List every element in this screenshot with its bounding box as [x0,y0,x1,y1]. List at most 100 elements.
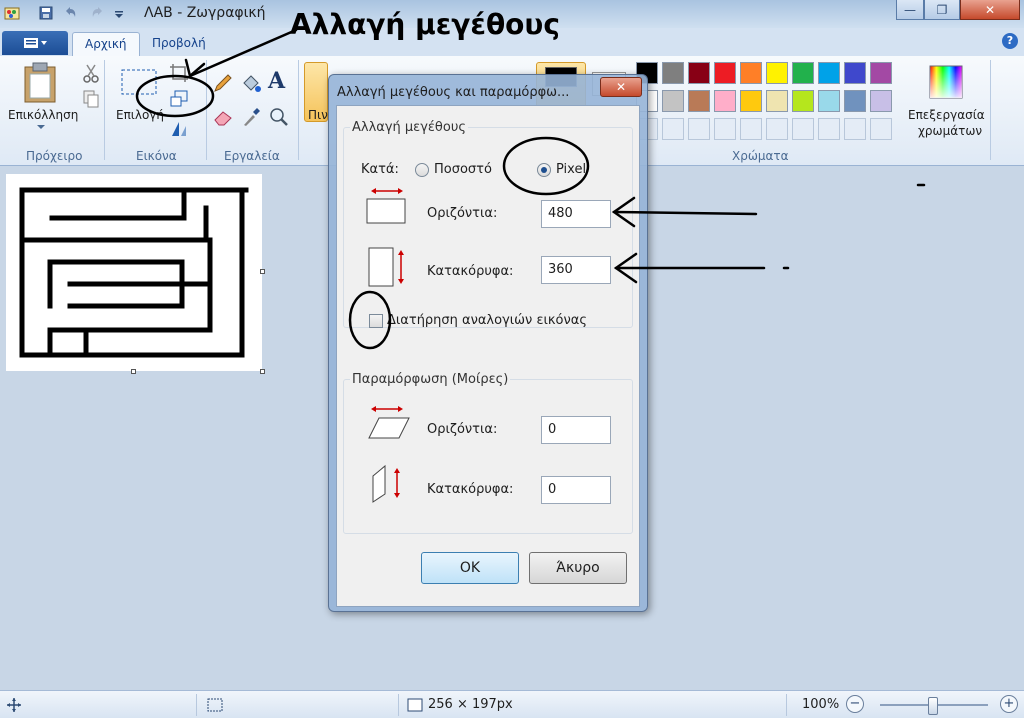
tab-view[interactable]: Προβολή [140,32,218,56]
palette-swatch[interactable] [714,62,736,84]
fill-icon[interactable] [240,72,262,94]
palette-swatch[interactable] [740,90,762,112]
dialog-title: Αλλαγή μεγέθους και παραμόρφω... [337,85,570,100]
palette-swatch[interactable] [688,62,710,84]
percent-radio[interactable] [415,163,429,177]
palette-swatch[interactable] [662,90,684,112]
clipboard-group-label: Πρόχειρο [26,149,83,163]
paste-dropdown-icon[interactable] [36,124,46,130]
palette-swatch[interactable] [792,90,814,112]
edit-colors-icon[interactable] [928,64,964,100]
quick-access-dropdown-icon[interactable] [114,5,124,21]
edit-colors-label-1[interactable]: Επεξεργασία [908,108,985,122]
paste-icon[interactable] [22,62,60,104]
palette-swatch[interactable] [818,90,840,112]
resize-group-legend: Αλλαγή μεγέθους [352,120,466,135]
palette-swatch[interactable] [688,118,710,140]
width-input[interactable]: 480 [541,200,611,228]
palette-swatch[interactable] [740,62,762,84]
cancel-button[interactable]: Άκυρο [529,552,627,584]
select-label[interactable]: Επιλογή [116,108,164,122]
percent-label[interactable]: Ποσοστό [434,162,492,177]
eraser-icon[interactable] [212,106,234,128]
brushes-label[interactable]: Πιν [308,108,328,122]
close-button[interactable]: ✕ [960,0,1020,20]
minimize-button[interactable]: — [896,0,924,20]
rotate-icon[interactable] [168,118,190,140]
keep-aspect-ratio-checkbox[interactable] [369,314,383,328]
selection-size-icon [207,698,223,712]
tab-home[interactable]: Αρχική [72,32,140,56]
palette-swatch[interactable] [766,90,788,112]
window-title: ΛΑΒ - Ζωγραφική [144,5,266,21]
palette-swatch[interactable] [844,62,866,84]
dialog-close-button[interactable]: ✕ [600,77,642,97]
copy-icon[interactable] [80,88,102,110]
canvas-resize-handle-corner[interactable] [260,369,265,374]
canvas-resize-handle-right[interactable] [260,269,265,274]
image-size-icon [407,698,423,712]
image-size-text: 256 × 197px [428,697,513,712]
pencil-icon[interactable] [212,72,234,94]
image-canvas[interactable] [6,174,262,371]
palette-swatch[interactable] [662,62,684,84]
resize-icon[interactable] [168,88,190,110]
pixel-radio[interactable] [537,163,551,177]
text-tool-icon[interactable]: A [268,68,285,94]
skew-vertical-input[interactable]: 0 [541,476,611,504]
skew-vertical-label: Κατακόρυφα: [427,482,514,497]
crop-icon[interactable] [168,62,190,84]
status-bar: 256 × 197px 100% − + [0,690,1024,718]
palette-swatch[interactable] [714,118,736,140]
magnifier-icon[interactable] [268,106,290,128]
palette-swatch[interactable] [870,118,892,140]
zoom-in-button[interactable]: + [1000,695,1018,713]
resize-skew-dialog: Αλλαγή μεγέθους και παραμόρφω... ✕ Αλλαγ… [328,74,648,612]
paint-app-icon [4,7,20,20]
keep-aspect-ratio-label[interactable]: Διατήρηση αναλογιών εικόνας [387,313,587,328]
palette-swatch[interactable] [688,90,710,112]
canvas-resize-handle-bottom[interactable] [131,369,136,374]
palette-swatch[interactable] [740,118,762,140]
palette-swatch[interactable] [844,118,866,140]
zoom-level: 100% [802,697,840,712]
skew-horizontal-input[interactable]: 0 [541,416,611,444]
ribbon-separator [990,60,991,160]
paste-label[interactable]: Επικόλληση [8,108,78,122]
height-input[interactable]: 360 [541,256,611,284]
palette-swatch[interactable] [818,118,840,140]
skew-horizontal-label: Οριζόντια: [427,422,498,437]
color-picker-icon[interactable] [240,106,262,128]
cut-icon[interactable] [80,62,102,84]
palette-swatch[interactable] [792,62,814,84]
cursor-position-icon [7,698,21,712]
ribbon-separator [206,60,207,160]
resize-vertical-icon [368,247,404,287]
zoom-out-button[interactable]: − [846,695,864,713]
status-separator [196,694,197,716]
zoom-slider-thumb[interactable] [928,697,938,715]
palette-swatch[interactable] [818,62,840,84]
skew-vertical-icon [372,464,400,503]
palette-swatch[interactable] [870,90,892,112]
palette-swatch[interactable] [662,118,684,140]
palette-swatch[interactable] [714,90,736,112]
undo-icon[interactable] [62,5,78,21]
redo-icon[interactable] [90,5,106,21]
palette-swatch[interactable] [792,118,814,140]
help-icon[interactable]: ? [1002,33,1018,49]
paint-menu-button[interactable] [2,31,68,55]
palette-swatch[interactable] [844,90,866,112]
ribbon-separator [104,60,105,160]
select-icon[interactable] [120,68,158,96]
palette-swatch[interactable] [766,118,788,140]
palette-swatch[interactable] [870,62,892,84]
ok-button[interactable]: OK [421,552,519,584]
save-icon[interactable] [38,5,54,21]
edit-colors-label-2[interactable]: χρωμάτων [918,124,982,138]
maze-drawing [19,187,249,358]
pixel-label[interactable]: Pixel [556,162,586,177]
palette-swatch[interactable] [766,62,788,84]
menu-icon [24,38,47,48]
maximize-button[interactable]: ❐ [924,0,960,20]
